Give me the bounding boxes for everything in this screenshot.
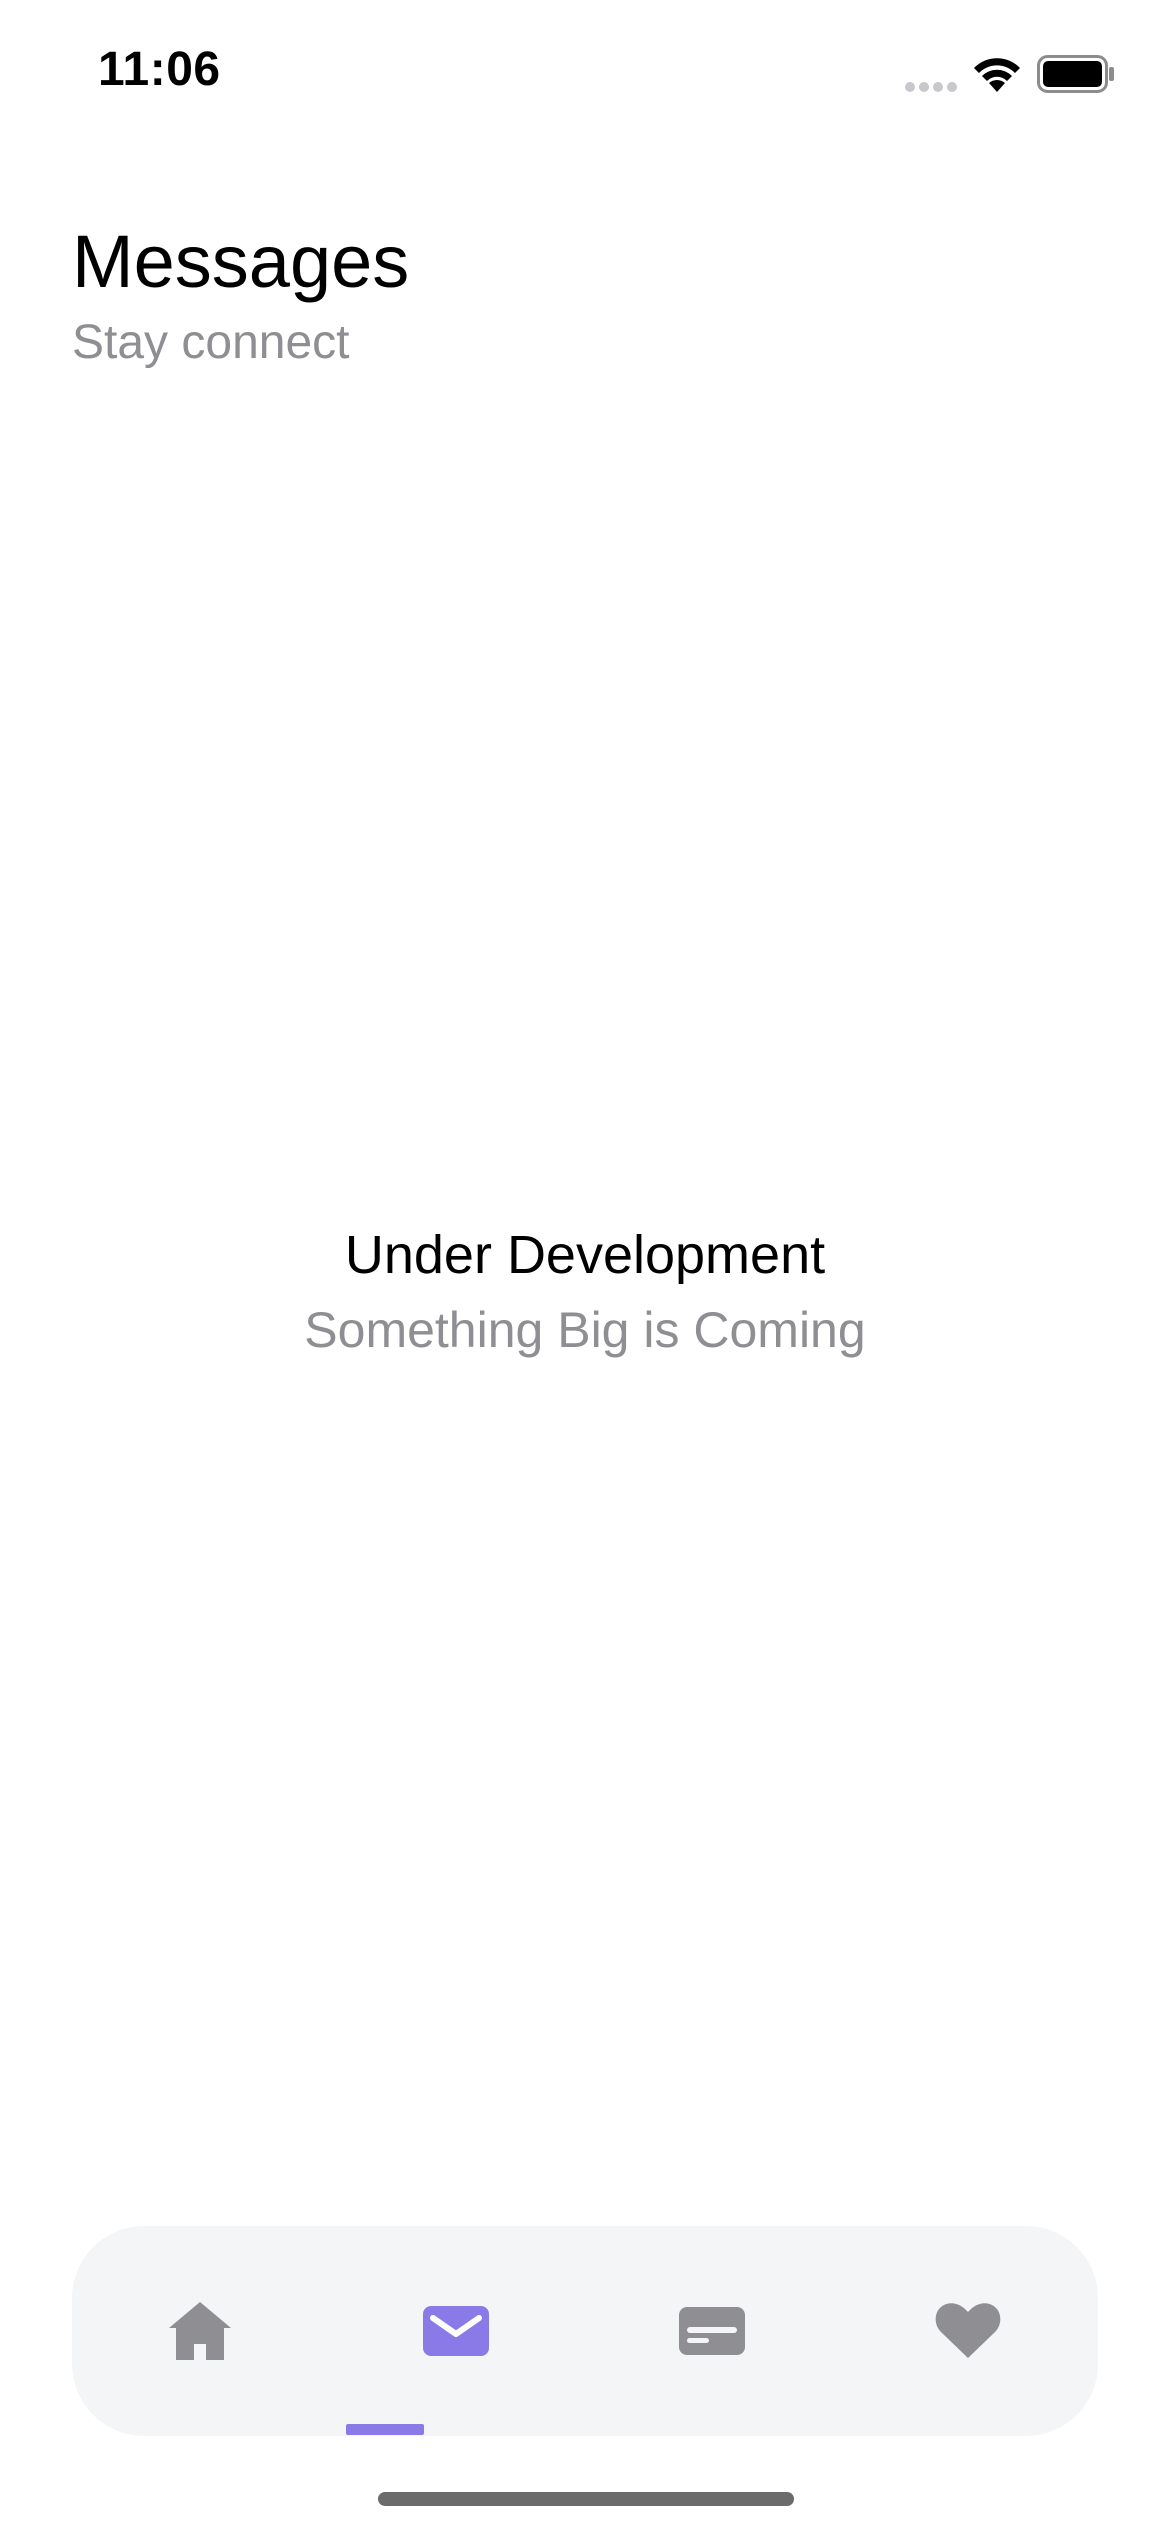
page-title: Messages	[72, 220, 410, 303]
empty-state: Under Development Something Big is Comin…	[0, 1222, 1170, 1360]
status-time: 11:06	[98, 43, 221, 96]
tab-messages[interactable]	[328, 2226, 584, 2436]
active-tab-indicator	[346, 2424, 424, 2435]
home-icon	[169, 2302, 231, 2360]
cellular-signal-icon	[905, 82, 957, 92]
tab-cards[interactable]	[584, 2226, 840, 2436]
wifi-icon	[974, 58, 1020, 92]
mail-icon	[423, 2306, 489, 2356]
tab-favorites[interactable]	[840, 2226, 1096, 2436]
home-indicator[interactable]	[378, 2492, 794, 2506]
tab-home[interactable]	[72, 2226, 328, 2436]
battery-icon	[1037, 55, 1114, 93]
page-header: Messages Stay connect	[72, 218, 1072, 372]
empty-state-title: Under Development	[344, 1225, 826, 1285]
status-bar: 11:06	[0, 0, 1170, 150]
heart-icon	[935, 2303, 1001, 2358]
credit-card-icon	[679, 2307, 745, 2355]
page-subtitle: Stay connect	[72, 316, 350, 369]
empty-state-subtitle: Something Big is Coming	[304, 1302, 866, 1358]
bottom-tab-bar	[72, 2226, 1098, 2436]
